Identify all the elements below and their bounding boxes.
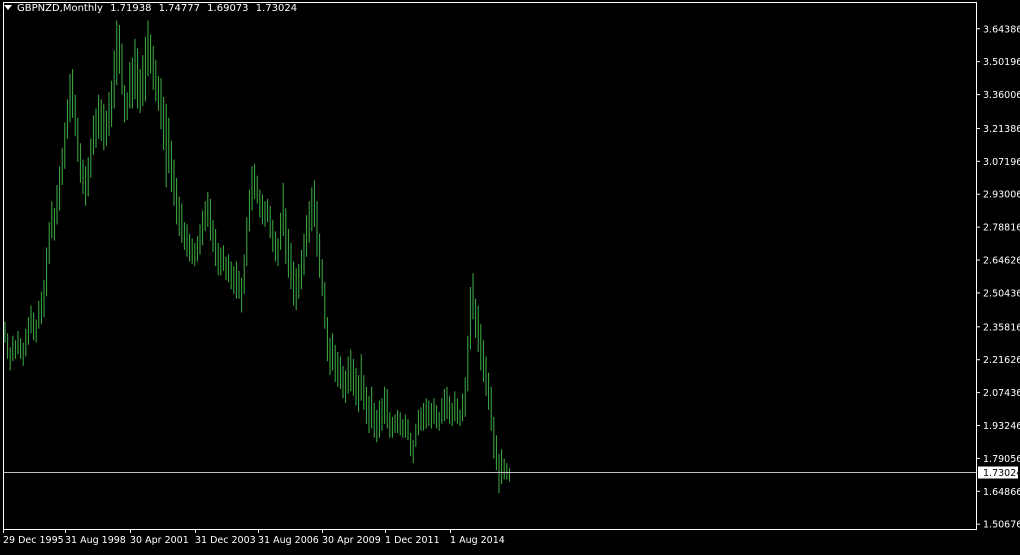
last-price-label: 1.73024: [983, 468, 1020, 479]
y-tick-label: 2.21626: [983, 355, 1020, 366]
x-tick-label: 30 Apr 2009: [322, 535, 381, 546]
y-tick-label: 1.93246: [983, 421, 1020, 432]
price-axis: 3.64386 3.50196 3.36006 3.21386 3.07196 2.930…: [976, 24, 1020, 531]
x-tick-label: 1 Aug 2014: [450, 535, 505, 546]
y-tick-label: 2.64626: [983, 256, 1020, 267]
open-value: 1.71938: [110, 3, 152, 14]
x-tick-label: 31 Aug 2006: [258, 535, 319, 546]
time-axis: 29 Dec 1995 31 Aug 1998 30 Apr 2001 31 Dec …: [3, 529, 505, 546]
y-tick-label: 3.64386: [983, 24, 1020, 35]
last-price-line: 1.73024: [4, 466, 1020, 479]
price-bars: [4, 20, 510, 494]
y-tick-label: 2.35816: [983, 322, 1020, 333]
y-tick-label: 3.21386: [983, 124, 1020, 135]
plot-frame: [3, 2, 977, 530]
x-tick-label: 29 Dec 1995: [3, 535, 64, 546]
y-tick-label: 2.93006: [983, 190, 1020, 201]
ohlc-chart: 3.64386 3.50196 3.36006 3.21386 3.07196 2.930…: [3, 2, 1020, 546]
y-tick-label: 3.36006: [983, 90, 1020, 101]
x-tick-label: 30 Apr 2001: [130, 535, 189, 546]
x-tick-label: 31 Dec 2003: [195, 535, 256, 546]
x-tick-label: 1 Dec 2011: [385, 535, 440, 546]
y-tick-label: 1.79056: [983, 454, 1020, 465]
y-tick-label: 3.07196: [983, 157, 1020, 168]
chart-area[interactable]: 3.64386 3.50196 3.36006 3.21386 3.07196 2.930…: [0, 0, 1020, 551]
y-tick-label: 1.50676: [983, 520, 1020, 531]
y-tick-label: 3.50196: [983, 57, 1020, 68]
y-tick-label: 2.07436: [983, 388, 1020, 399]
low-value: 1.69073: [207, 3, 249, 14]
symbol-timeframe: GBPNZD,Monthly: [17, 3, 103, 14]
close-value: 1.73024: [255, 3, 298, 14]
chart-menu-triangle-icon[interactable]: [4, 5, 12, 10]
chart-header: GBPNZD,Monthly 1.71938 1.74777 1.69073 1…: [4, 3, 301, 15]
y-tick-label: 2.50436: [983, 288, 1020, 299]
y-tick-label: 2.78816: [983, 223, 1020, 234]
high-value: 1.74777: [158, 3, 200, 14]
x-tick-label: 31 Aug 1998: [65, 535, 126, 546]
y-tick-label: 1.64866: [983, 487, 1020, 498]
